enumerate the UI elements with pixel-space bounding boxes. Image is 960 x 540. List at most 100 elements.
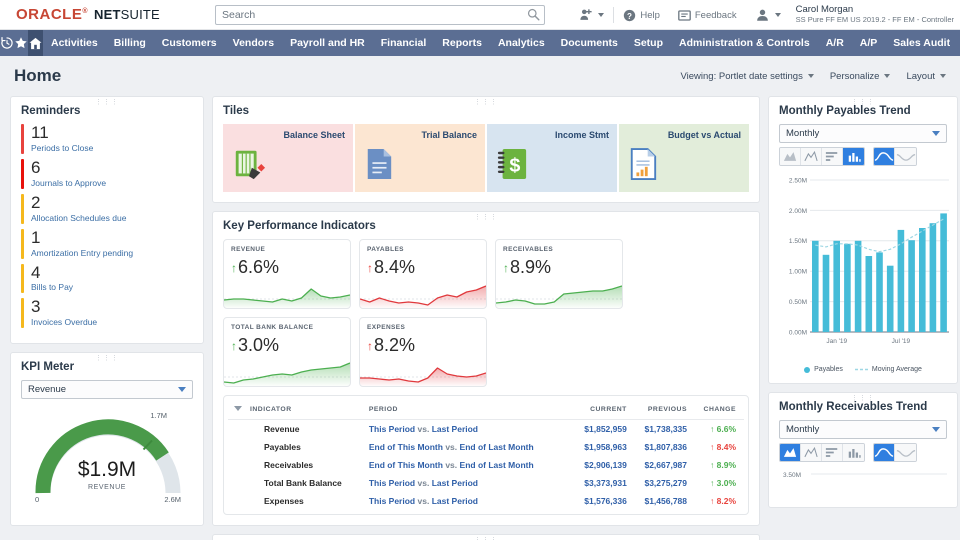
kpi-meter-select[interactable]: Revenue	[21, 380, 193, 400]
nav-item-activities[interactable]: Activities	[43, 30, 106, 56]
vertical-bar-chart-icon[interactable]	[843, 148, 864, 165]
nav-item-ar[interactable]: A/R	[818, 30, 852, 56]
nav-item-payroll-hr[interactable]: Payroll and HR	[282, 30, 373, 56]
nav-item-documents[interactable]: Documents	[553, 30, 626, 56]
personalize-dropdown[interactable]: Personalize	[830, 71, 891, 82]
reminder-label[interactable]: Invoices Overdue	[31, 317, 97, 328]
cell-current[interactable]: $1,576,336	[571, 492, 631, 510]
kpi-col-period[interactable]: PERIOD	[364, 402, 571, 420]
trendline-off-icon[interactable]	[895, 148, 916, 165]
reminder-item[interactable]: 4 Bills to Pay	[21, 263, 193, 294]
nav-item-analytics[interactable]: Analytics	[490, 30, 553, 56]
nav-item-reports[interactable]: Reports	[434, 30, 490, 56]
reminder-label[interactable]: Amortization Entry pending	[31, 248, 133, 259]
area-chart-icon[interactable]	[780, 148, 801, 165]
drag-handle-icon[interactable]: ⋮⋮⋮	[769, 99, 957, 106]
nav-item-setup[interactable]: Setup	[626, 30, 671, 56]
cell-current[interactable]: $3,373,931	[571, 474, 631, 492]
cell-current[interactable]: $1,852,959	[571, 420, 631, 439]
global-search[interactable]	[215, 5, 545, 25]
reminder-label[interactable]: Allocation Schedules due	[31, 213, 126, 224]
nav-item-sales-audit[interactable]: Sales Audit	[885, 30, 958, 56]
search-input[interactable]	[215, 5, 545, 25]
tile-balance-sheet[interactable]: Balance Sheet	[223, 124, 353, 192]
nav-item-billing[interactable]: Billing	[106, 30, 154, 56]
table-row[interactable]: Payables End of This Month vs. End of Las…	[228, 438, 744, 456]
layout-dropdown[interactable]: Layout	[906, 71, 946, 82]
bar[interactable]	[886, 265, 894, 332]
receivables-period-select[interactable]: Monthly	[779, 420, 947, 439]
kpi-col-current[interactable]: CURRENT	[570, 402, 631, 420]
drag-handle-icon[interactable]: ⋮⋮⋮	[213, 99, 759, 106]
cell-period[interactable]: This Period vs. Last Period	[365, 474, 571, 492]
bar[interactable]	[854, 240, 862, 332]
trendline-on-icon[interactable]	[874, 148, 895, 165]
nav-item-vendors[interactable]: Vendors	[225, 30, 282, 56]
reminder-label[interactable]: Journals to Approve	[31, 178, 106, 189]
history-icon[interactable]	[0, 30, 14, 56]
drag-handle-icon[interactable]: ⋮⋮⋮	[213, 214, 759, 221]
bar[interactable]	[822, 254, 830, 332]
horizontal-bar-chart-icon[interactable]	[822, 148, 843, 165]
kpi-col-change[interactable]: CHANGE	[691, 402, 744, 420]
user-menu-button[interactable]	[746, 0, 790, 30]
star-icon[interactable]	[14, 30, 28, 56]
table-row[interactable]: Total Bank Balance This Period vs. Last P…	[228, 474, 744, 492]
reminder-item[interactable]: 11 Periods to Close	[21, 124, 193, 154]
table-row[interactable]: Expenses This Period vs. Last Period $1,57…	[228, 492, 744, 510]
line-chart-icon[interactable]	[801, 444, 822, 461]
reminder-item[interactable]: 6 Journals to Approve	[21, 159, 193, 189]
kpi-card-revenue[interactable]: REVENUE ↑ 6.6%	[223, 239, 351, 309]
quick-add-button[interactable]	[570, 0, 613, 30]
bar[interactable]	[812, 240, 819, 332]
reminder-item[interactable]: 1 Amortization Entry pending	[21, 228, 193, 259]
reminder-label[interactable]: Periods to Close	[31, 143, 93, 154]
payables-period-select[interactable]: Monthly	[779, 124, 947, 143]
horizontal-bar-chart-icon[interactable]	[822, 444, 843, 461]
bar[interactable]	[919, 228, 926, 332]
bar[interactable]	[865, 256, 873, 332]
line-chart-icon[interactable]	[801, 148, 822, 165]
kpi-col-previous[interactable]: PREVIOUS	[630, 402, 692, 420]
bar[interactable]	[844, 243, 851, 332]
table-row[interactable]: Receivables End of This Month vs. End of …	[228, 456, 744, 474]
drag-handle-icon[interactable]: ⋮⋮⋮	[769, 395, 957, 402]
kpi-card-payables[interactable]: PAYABLES ↑ 8.4%	[359, 239, 487, 309]
cell-previous[interactable]: $1,456,788	[631, 492, 691, 510]
help-button[interactable]: ? Help	[614, 0, 669, 30]
reminder-item[interactable]: 2 Allocation Schedules due	[21, 193, 193, 224]
kpi-card-expenses[interactable]: EXPENSES ↑ 8.2%	[359, 317, 487, 387]
cell-current[interactable]: $1,958,963	[571, 438, 631, 456]
nav-item-financial[interactable]: Financial	[373, 30, 435, 56]
tile-income-stmt[interactable]: Income Stmt $	[487, 124, 617, 192]
drag-handle-icon[interactable]: ⋮⋮⋮	[11, 355, 203, 362]
bar[interactable]	[929, 223, 937, 332]
trendline-off-icon[interactable]	[895, 444, 916, 461]
nav-item-customers[interactable]: Customers	[154, 30, 225, 56]
trendline-on-icon[interactable]	[874, 444, 895, 461]
bar[interactable]	[876, 252, 883, 332]
home-icon[interactable]	[28, 30, 43, 56]
nav-item-ap[interactable]: A/P	[852, 30, 886, 56]
table-row[interactable]: Revenue This Period vs. Last Period $1,852…	[228, 420, 744, 439]
reminder-item[interactable]: 3 Invoices Overdue	[21, 298, 193, 329]
tile-budget-vs-actual[interactable]: Budget vs Actual	[619, 124, 749, 192]
cell-period[interactable]: End of This Month vs. End of Last Month	[365, 438, 571, 456]
cell-previous[interactable]: $1,807,836	[631, 438, 691, 456]
portlet-date-settings-dropdown[interactable]: Viewing: Portlet date settings	[680, 71, 814, 82]
kpi-col-indicator[interactable]: INDICATOR	[246, 402, 365, 420]
bar[interactable]	[833, 240, 840, 332]
cell-previous[interactable]: $3,275,279	[631, 474, 691, 492]
vertical-bar-chart-icon[interactable]	[843, 444, 864, 461]
kpi-card-receivables[interactable]: RECEIVABLES ↑ 8.9%	[495, 239, 623, 309]
reminder-label[interactable]: Bills to Pay	[31, 282, 73, 293]
search-icon[interactable]	[527, 8, 540, 21]
user-identity[interactable]: Carol Morgan SS Pure FF EM US 2019.2 - F…	[790, 4, 954, 25]
cell-previous[interactable]: $1,738,335	[631, 420, 691, 439]
bar[interactable]	[908, 240, 915, 332]
cell-previous[interactable]: $2,667,987	[631, 456, 691, 474]
nav-item-administration-controls[interactable]: Administration & Controls	[671, 30, 818, 56]
kpi-table-sort-toggle[interactable]	[228, 402, 246, 420]
cell-period[interactable]: End of This Month vs. End of Last Month	[365, 456, 571, 474]
bar[interactable]	[940, 213, 947, 332]
